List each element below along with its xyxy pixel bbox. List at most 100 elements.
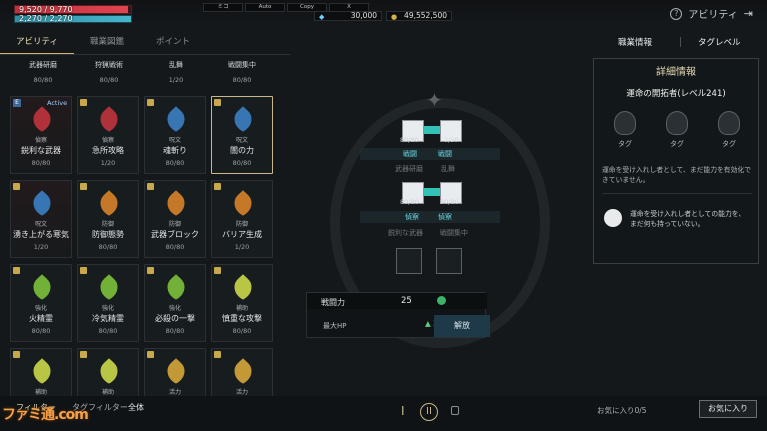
skill-emblem-icon <box>234 190 252 216</box>
crest-icon: ✦ <box>426 88 443 112</box>
skill-card[interactable]: 強化 火精霊 80/80 <box>10 264 72 342</box>
skill-card[interactable]: 防御 バリア生成 1/20 <box>211 180 273 258</box>
right-tabs: 職業情報 タグレベル <box>598 34 758 50</box>
mini-button-miko[interactable]: ミコ <box>203 3 243 12</box>
skill-card[interactable]: 補助鋼の精神 <box>77 348 139 398</box>
skill-card[interactable]: 呪文 魂斬り 80/80 <box>144 96 206 174</box>
mini-button-auto[interactable]: Auto <box>245 3 285 12</box>
favorite-button[interactable]: お気に入り <box>699 400 757 418</box>
skill-name: 必殺の一撃 <box>155 314 195 323</box>
currency-gold-value: 49,552,500 <box>404 11 447 20</box>
skill-card[interactable]: 呪文闇の力 80/80 <box>211 96 273 174</box>
skill-emblem-icon <box>100 106 118 132</box>
skill-level: 80/80 <box>232 76 252 84</box>
skill-level: 80/80 <box>31 159 51 167</box>
skill-top-item[interactable]: 武器研磨 80/80 <box>12 60 74 84</box>
skill-name: 湧き上がる寒気 <box>13 230 69 239</box>
tag-label: タグ <box>618 140 632 148</box>
tag-slot[interactable] <box>666 111 688 135</box>
skill-card[interactable]: 強化 冷気精霊 80/80 <box>77 264 139 342</box>
skill-category: 偵察 <box>34 137 47 144</box>
watermark-logo: ファミ通.com <box>2 407 89 423</box>
skill-card[interactable]: 偵察 急所攻略 1/20 <box>77 96 139 174</box>
tag-slot[interactable] <box>614 111 636 135</box>
skill-category: 呪文 <box>34 221 47 228</box>
tab-tag-level[interactable]: タグレベル <box>698 36 741 48</box>
skill-category: 防御 <box>168 221 181 228</box>
page-two-button[interactable]: II <box>420 403 438 421</box>
skill-card[interactable]: 呪文湧き上がる寒気 1/20 <box>10 180 72 258</box>
tree-node-level: 80/80 <box>400 198 419 206</box>
release-button[interactable]: 解放 <box>434 315 490 337</box>
skill-level: 1/20 <box>33 243 49 251</box>
tag-label: タグ <box>670 140 684 148</box>
tree-node-level: 80/80 <box>400 136 419 144</box>
page-title: アビリティ <box>688 10 738 21</box>
skill-emblem-icon <box>33 190 51 216</box>
skill-category: 補助 <box>34 389 47 396</box>
tree-node-level: 80/80 <box>440 198 459 206</box>
tab-job-book[interactable]: 職業図鑑 <box>74 32 140 52</box>
tree-node-sublabel: 鋭利な武器 <box>388 229 423 237</box>
skill-card[interactable]: 活力強化回復ポーション <box>144 348 206 398</box>
equip-badge: E <box>13 99 21 107</box>
skill-name: バリア生成 <box>222 230 262 239</box>
tab-job-info[interactable]: 職業情報 <box>618 36 652 48</box>
skill-category: 呪文 <box>235 137 248 144</box>
page-one-button[interactable]: I <box>401 404 405 418</box>
lock-badge-icon <box>13 267 20 274</box>
skill-category: 補助 <box>235 305 248 312</box>
skill-emblem-icon <box>234 358 252 384</box>
skill-name: 闇の力 <box>230 146 254 155</box>
skill-emblem-icon <box>33 358 51 384</box>
skill-category: 補助 <box>101 389 114 396</box>
skill-card[interactable]: 補助 慎重な攻撃 80/80 <box>211 264 273 342</box>
lock-badge-icon <box>80 183 87 190</box>
skill-name: 急所攻略 <box>92 146 124 155</box>
tab-ability[interactable]: アビリティ <box>0 32 74 55</box>
skill-card[interactable]: 補助鋼の意志 <box>10 348 72 398</box>
exit-icon[interactable]: ⇥ <box>744 7 753 20</box>
skill-top-item[interactable]: 乱舞 1/20 <box>145 60 207 84</box>
skill-level: 1/20 <box>234 243 250 251</box>
gem-icon: ◆ <box>319 13 325 21</box>
skill-name: 鋭利な武器 <box>21 146 61 155</box>
lock-badge-icon <box>13 351 20 358</box>
skill-category: 強化 <box>34 305 47 312</box>
tree-node-category: 偵察 <box>438 213 452 221</box>
lock-icon[interactable] <box>451 406 459 415</box>
skill-card[interactable]: 防御 武器ブロック 80/80 <box>144 180 206 258</box>
tree-empty-slot[interactable] <box>436 248 462 274</box>
skill-card[interactable]: 強化 必殺の一撃 80/80 <box>144 264 206 342</box>
tag-slot[interactable] <box>718 111 740 135</box>
skill-card[interactable]: 防御 防御態勢 80/80 <box>77 180 139 258</box>
skill-name: 狩猟戦術 <box>95 61 123 69</box>
skill-emblem-icon <box>167 106 185 132</box>
skill-level: 80/80 <box>165 159 185 167</box>
skill-card[interactable]: 活力生命力 <box>211 348 273 398</box>
tree-empty-slot[interactable] <box>396 248 422 274</box>
coin-icon: ● <box>391 13 398 21</box>
tree-node-sublabel: 乱舞 <box>441 165 455 173</box>
detail-subtitle: 運命の開拓者(レベル241) <box>626 89 726 99</box>
lock-badge-icon <box>214 267 221 274</box>
skill-level: 80/80 <box>165 243 185 251</box>
skill-tree: ✦ 80/80 1/20 戦闘 戦闘 武器研磨 乱舞 80/80 80/80 偵… <box>290 58 590 388</box>
skill-level: 80/80 <box>98 243 118 251</box>
filter-all[interactable]: 全体 <box>128 402 144 413</box>
lock-badge-icon <box>214 99 221 106</box>
lock-badge-icon <box>147 351 154 358</box>
tree-row-strip <box>360 211 500 223</box>
help-icon[interactable]: ? <box>670 7 683 20</box>
skill-card[interactable]: E Active 偵察 鋭利な武器 80/80 <box>10 96 72 174</box>
tab-points[interactable]: ポイント <box>140 32 206 52</box>
detail-title: 詳細情報 <box>656 67 696 78</box>
skill-level: 80/80 <box>232 159 252 167</box>
tree-node-category: 戦闘 <box>438 150 452 158</box>
skill-top-item[interactable]: 狩猟戦術 80/80 <box>78 60 140 84</box>
skill-name: 防御態勢 <box>92 230 124 239</box>
tree-node-level: 1/20 <box>444 136 459 144</box>
lock-badge-icon <box>80 99 87 106</box>
skill-top-row: 武器研磨 80/80 狩猟戦術 80/80 乱舞 1/20 戦闘集中 80/80 <box>8 58 278 86</box>
skill-top-item[interactable]: 戦闘集中 80/80 <box>211 60 273 84</box>
